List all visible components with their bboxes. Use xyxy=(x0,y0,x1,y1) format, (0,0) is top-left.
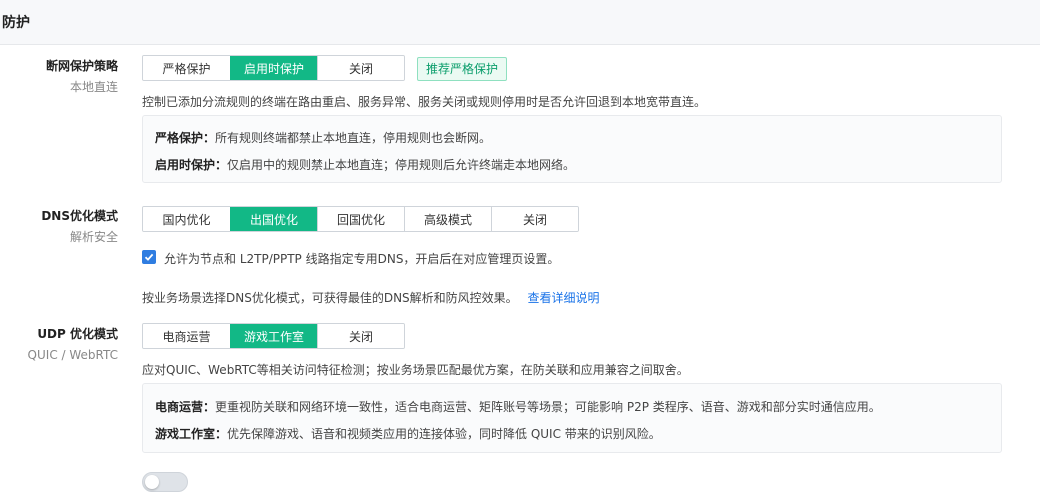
udp-mode-sublabel: QUIC / WebRTC xyxy=(27,348,118,362)
dns-mode-sublabel: 解析安全 xyxy=(69,230,118,244)
dns-mode-segmented: 国内优化 出国优化 回国优化 高级模式 关闭 xyxy=(142,206,579,232)
dns-mode-label: DNS优化模式 解析安全 xyxy=(41,208,118,245)
network-protection-title: 断网保护策略 xyxy=(45,59,118,73)
udp-mode-description: 应对QUIC、WebRTC等相关访问特征检测；按业务场景匹配最优方案，在防关联和… xyxy=(142,363,689,377)
udp-option-ecommerce[interactable]: 电商运营 xyxy=(143,324,230,348)
note-strict-text: 所有规则终端都禁止本地直连，停用规则也会断网。 xyxy=(215,131,492,145)
note-game-studio-text: 优先保障游戏、语音和视频类应用的连接体验，同时降低 QUIC 带来的识别风险。 xyxy=(227,427,661,441)
network-protection-option-off[interactable]: 关闭 xyxy=(317,56,404,80)
dns-mode-description-row: 按业务场景选择DNS优化模式，可获得最佳的DNS解析和防风控效果。 查看详细说明 xyxy=(142,289,600,306)
dns-mode-title: DNS优化模式 xyxy=(41,209,118,223)
udp-mode-segmented: 电商运营 游戏工作室 关闭 xyxy=(142,323,405,349)
toggle-knob xyxy=(145,475,159,489)
dns-option-domestic[interactable]: 国内优化 xyxy=(143,207,230,231)
note-enabled-text: 仅启用中的规则禁止本地直连；停用规则后允许终端走本地网络。 xyxy=(227,158,576,172)
dns-option-outbound[interactable]: 出国优化 xyxy=(230,207,317,231)
note-strict-title: 严格保护： xyxy=(155,131,216,145)
udp-mode-title: UDP 优化模式 xyxy=(37,327,118,341)
dns-details-link[interactable]: 查看详细说明 xyxy=(528,291,600,305)
bottom-toggle[interactable] xyxy=(142,472,188,492)
note-strict: 严格保护：所有规则终端都禁止本地直连，停用规则也会断网。 xyxy=(155,129,491,146)
network-protection-sublabel: 本地直连 xyxy=(69,80,118,94)
udp-option-game-studio[interactable]: 游戏工作室 xyxy=(230,324,317,348)
recommend-tag: 推荐严格保护 xyxy=(417,57,508,81)
note-enabled: 启用时保护：仅启用中的规则禁止本地直连；停用规则后允许终端走本地网络。 xyxy=(155,156,575,173)
network-protection-segmented: 严格保护 启用时保护 关闭 xyxy=(142,55,405,81)
network-protection-notes: 严格保护：所有规则终端都禁止本地直连，停用规则也会断网。 启用时保护：仅启用中的… xyxy=(142,115,1002,183)
dns-mode-description: 按业务场景选择DNS优化模式，可获得最佳的DNS解析和防风控效果。 xyxy=(142,291,518,305)
note-ecommerce-text: 更重视防关联和网络环境一致性，适合电商运营、矩阵账号等场景；可能影响 P2P 类… xyxy=(215,400,881,414)
section-title: 防护 xyxy=(2,15,30,31)
network-protection-label: 断网保护策略 本地直连 xyxy=(46,58,118,95)
dedicated-dns-checkbox[interactable] xyxy=(142,250,156,264)
dns-option-return[interactable]: 回国优化 xyxy=(317,207,404,231)
udp-mode-notes: 电商运营：更重视防关联和网络环境一致性，适合电商运营、矩阵账号等场景；可能影响 … xyxy=(142,383,1002,453)
note-game-studio: 游戏工作室：优先保障游戏、语音和视频类应用的连接体验，同时降低 QUIC 带来的… xyxy=(155,425,661,442)
udp-mode-label: UDP 优化模式 QUIC / WebRTC xyxy=(28,326,118,363)
network-protection-option-enabled[interactable]: 启用时保护 xyxy=(230,56,317,80)
udp-option-off[interactable]: 关闭 xyxy=(317,324,404,348)
dns-option-advanced[interactable]: 高级模式 xyxy=(404,207,491,231)
note-game-studio-title: 游戏工作室： xyxy=(155,427,228,441)
note-ecommerce-title: 电商运营： xyxy=(155,400,216,414)
section-header: 防护 xyxy=(0,0,1040,45)
dedicated-dns-label: 允许为节点和 L2TP/PPTP 线路指定专用DNS，开启后在对应管理页设置。 xyxy=(164,252,560,266)
check-icon xyxy=(144,253,154,261)
note-enabled-title: 启用时保护： xyxy=(155,158,228,172)
dns-option-off[interactable]: 关闭 xyxy=(491,207,578,231)
network-protection-description: 控制已添加分流规则的终端在路由重启、服务异常、服务关闭或规则停用时是否允许回退到… xyxy=(142,95,707,109)
network-protection-option-strict[interactable]: 严格保护 xyxy=(143,56,230,80)
note-ecommerce: 电商运营：更重视防关联和网络环境一致性，适合电商运营、矩阵账号等场景；可能影响 … xyxy=(155,398,881,415)
